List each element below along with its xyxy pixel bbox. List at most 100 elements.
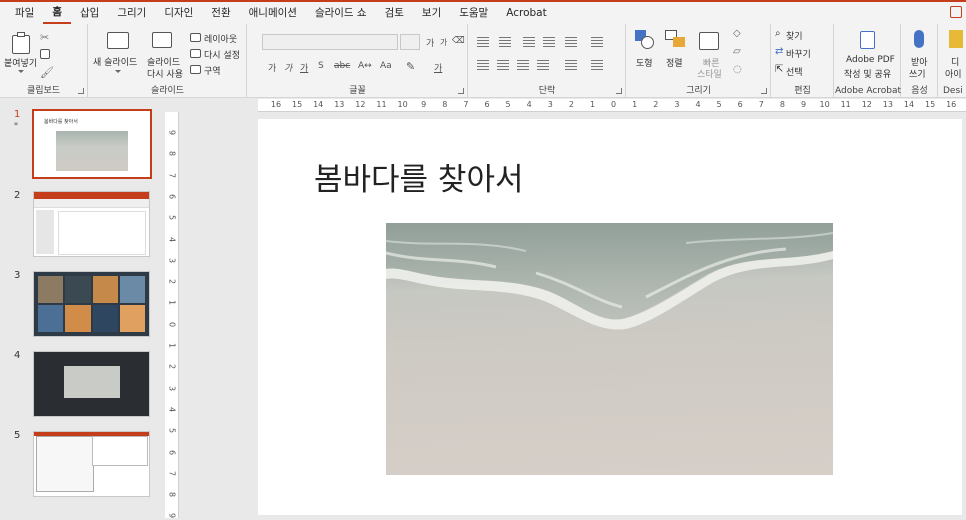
replace-button[interactable]: 바꾸기 [786, 47, 811, 60]
shrink-font-button[interactable]: 가 [440, 37, 447, 48]
tab-insert[interactable]: 삽입 [71, 2, 108, 24]
tab-view[interactable]: 보기 [413, 2, 450, 24]
shape-outline-icon[interactable]: ▱ [733, 46, 741, 57]
tab-draw[interactable]: 그리기 [108, 2, 155, 24]
line-spacing-icon[interactable] [565, 37, 577, 47]
ribbon: 붙여넣기 ✂ 🖌 클립보드 새 슬라이드 슬라이드 다시 사용 레이아웃 다시 … [0, 24, 966, 98]
ruler-tick-label: 9 [167, 129, 177, 136]
tab-transitions[interactable]: 전환 [202, 2, 239, 24]
copy-icon[interactable] [40, 49, 50, 59]
slide-thumbnail-1[interactable]: 봄바다를 찾아서 [32, 109, 152, 179]
reset-button[interactable]: 다시 설정 [204, 48, 240, 61]
strikethrough-icon[interactable]: abc [334, 61, 350, 71]
shape-effects-icon[interactable]: ◌ [733, 64, 742, 75]
current-slide[interactable]: 봄바다를 찾아서 [258, 119, 962, 515]
drawing-launcher-icon[interactable] [761, 88, 767, 94]
drawing-group-label: 그리기 [686, 86, 711, 96]
slide-title[interactable]: 봄바다를 찾아서 [314, 154, 524, 199]
create-pdf-button[interactable]: Adobe PDF [846, 55, 895, 65]
quick-styles-icon[interactable] [699, 32, 719, 50]
cut-icon[interactable]: ✂ [40, 31, 49, 44]
create-pdf-button-line2[interactable]: 작성 및 공유 [844, 67, 891, 80]
shapes-icon[interactable] [635, 30, 655, 50]
new-slide-button[interactable]: 새 슬라이드 [93, 55, 137, 68]
numbering-icon[interactable] [499, 37, 511, 47]
quick-styles-button-line2[interactable]: 스타일 [697, 67, 722, 80]
tab-review[interactable]: 검토 [376, 2, 413, 24]
tab-help[interactable]: 도움말 [450, 2, 497, 24]
justify-icon[interactable] [537, 60, 549, 70]
columns-icon[interactable] [565, 60, 577, 70]
slide-thumbnail-5[interactable] [33, 431, 150, 497]
designer-icon[interactable] [949, 30, 963, 48]
layout-button[interactable]: 레이아웃 [204, 32, 237, 45]
paste-icon[interactable] [12, 32, 30, 54]
align-left-icon[interactable] [477, 60, 489, 70]
font-launcher-icon[interactable] [458, 88, 464, 94]
format-painter-icon[interactable]: 🖌 [40, 66, 54, 79]
reset-icon [190, 49, 201, 58]
dictate-icon[interactable] [914, 30, 924, 48]
slide-thumbnail-pane[interactable]: 1 * 봄바다를 찾아서 2 3 4 5 [0, 99, 164, 518]
ruler-tick-label: 1 [167, 342, 177, 349]
char-spacing-icon[interactable]: A↔ [358, 61, 372, 71]
tab-file[interactable]: 파일 [6, 2, 43, 24]
tab-slideshow[interactable]: 슬라이드 쇼 [306, 2, 376, 24]
slide-image[interactable] [386, 223, 833, 475]
grow-font-button[interactable]: 가 [426, 36, 434, 49]
align-right-icon[interactable] [517, 60, 529, 70]
designer-button-line2[interactable]: 아이 [945, 67, 962, 80]
align-center-icon[interactable] [497, 60, 509, 70]
increase-indent-icon[interactable] [543, 37, 555, 47]
new-slide-dropdown-icon[interactable] [115, 70, 121, 73]
clear-format-icon[interactable]: ⌫ [452, 36, 465, 46]
slide-number: 1 [14, 109, 21, 120]
new-slide-icon[interactable] [107, 32, 129, 49]
dictate-button-line2[interactable]: 쓰기 [909, 67, 926, 80]
shadow-button[interactable]: S [318, 61, 324, 71]
font-size-select[interactable] [400, 34, 420, 50]
tab-acrobat[interactable]: Acrobat [497, 2, 556, 24]
clipboard-group: 붙여넣기 ✂ 🖌 클립보드 [0, 24, 88, 98]
paragraph-launcher-icon[interactable] [616, 88, 622, 94]
paste-button[interactable]: 붙여넣기 [4, 56, 37, 69]
select-button[interactable]: 선택 [786, 65, 803, 78]
shapes-button[interactable]: 도형 [636, 56, 653, 69]
paste-dropdown-icon[interactable] [18, 70, 24, 73]
slide-thumbnail-4[interactable] [33, 351, 150, 417]
bold-button[interactable]: 가 [268, 61, 276, 74]
share-icon[interactable] [950, 6, 962, 18]
reuse-slides-icon[interactable] [152, 32, 172, 48]
acrobat-group-label: Adobe Acrobat [835, 86, 902, 96]
text-direction-icon[interactable] [591, 37, 603, 47]
create-pdf-icon[interactable] [860, 31, 875, 49]
align-text-icon[interactable] [591, 60, 603, 70]
underline-button[interactable]: 가 [300, 61, 308, 74]
ruler-tick-label: 6 [167, 193, 177, 199]
ruler-tick-label: 3 [674, 100, 680, 109]
arrange-icon[interactable] [665, 30, 687, 50]
highlight-icon[interactable]: ✎ [406, 60, 415, 73]
section-button[interactable]: 구역 [204, 64, 221, 77]
font-color-icon[interactable]: 가 [434, 61, 442, 74]
slide-thumbnail-3[interactable] [33, 271, 150, 337]
change-case-icon[interactable]: Aa [380, 61, 392, 71]
font-family-select[interactable] [262, 34, 398, 50]
shape-fill-icon[interactable]: ◇ [733, 28, 741, 39]
tab-animations[interactable]: 애니메이션 [240, 2, 306, 24]
slide-thumbnail-2[interactable] [33, 191, 150, 257]
horizontal-ruler[interactable]: 16 15 14 13 12 11 10 9 8 7 6 5 4 3 2 1 0 1 2 3 4 5 6 7 8 9 10 11 12 1… [258, 99, 966, 112]
reuse-slides-button[interactable]: 다시 사용 [147, 67, 183, 80]
ruler-tick-label: 5 [167, 215, 177, 221]
tab-design[interactable]: 디자인 [155, 2, 202, 24]
arrange-button[interactable]: 정렬 [666, 56, 683, 69]
clipboard-launcher-icon[interactable] [78, 88, 84, 94]
vertical-ruler[interactable]: 9 8 7 6 5 4 3 2 1 0 1 2 3 4 5 6 7 8 9 [165, 112, 179, 518]
bullets-icon[interactable] [477, 37, 489, 47]
find-button[interactable]: 찾기 [786, 29, 803, 42]
ruler-tick-label: 8 [167, 151, 177, 157]
italic-button[interactable]: 가 [284, 61, 292, 74]
tab-home[interactable]: 홈 [43, 2, 71, 24]
ruler-tick-label: 10 [819, 100, 830, 109]
decrease-indent-icon[interactable] [523, 37, 535, 47]
